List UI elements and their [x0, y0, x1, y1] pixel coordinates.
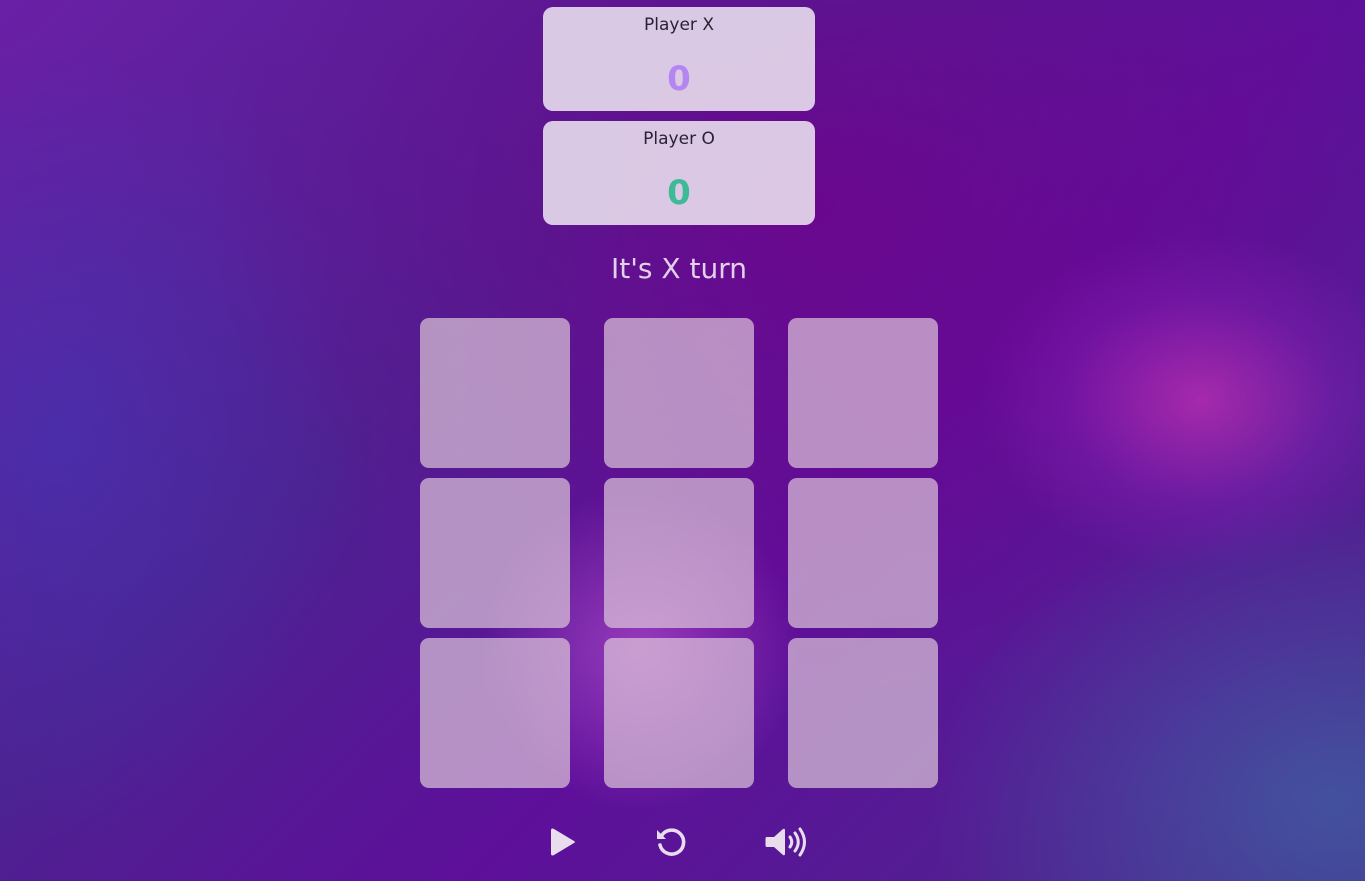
- player-x-label: Player X: [644, 15, 714, 35]
- board-cell-4[interactable]: [420, 478, 570, 628]
- player-x-score-card: Player X 0: [543, 7, 815, 111]
- board-cell-3[interactable]: [788, 318, 938, 468]
- board-cell-6[interactable]: [788, 478, 938, 628]
- restart-button[interactable]: [650, 820, 692, 864]
- play-icon: [551, 828, 575, 856]
- sound-button[interactable]: [762, 820, 812, 864]
- board-cell-1[interactable]: [420, 318, 570, 468]
- play-button[interactable]: [542, 820, 584, 864]
- board-cell-2[interactable]: [604, 318, 754, 468]
- game-board: [420, 318, 938, 788]
- board-cell-9[interactable]: [788, 638, 938, 788]
- board-cell-5[interactable]: [604, 478, 754, 628]
- board-cell-7[interactable]: [420, 638, 570, 788]
- board-cell-8[interactable]: [604, 638, 754, 788]
- player-o-label: Player O: [643, 129, 715, 149]
- player-o-score: 0: [667, 173, 691, 213]
- restart-icon: [657, 828, 686, 856]
- player-o-score-card: Player O 0: [543, 121, 815, 225]
- turn-indicator: It's X turn: [611, 252, 747, 285]
- player-x-score: 0: [667, 59, 691, 99]
- game-controls: [0, 820, 1365, 864]
- volume-icon: [765, 827, 806, 857]
